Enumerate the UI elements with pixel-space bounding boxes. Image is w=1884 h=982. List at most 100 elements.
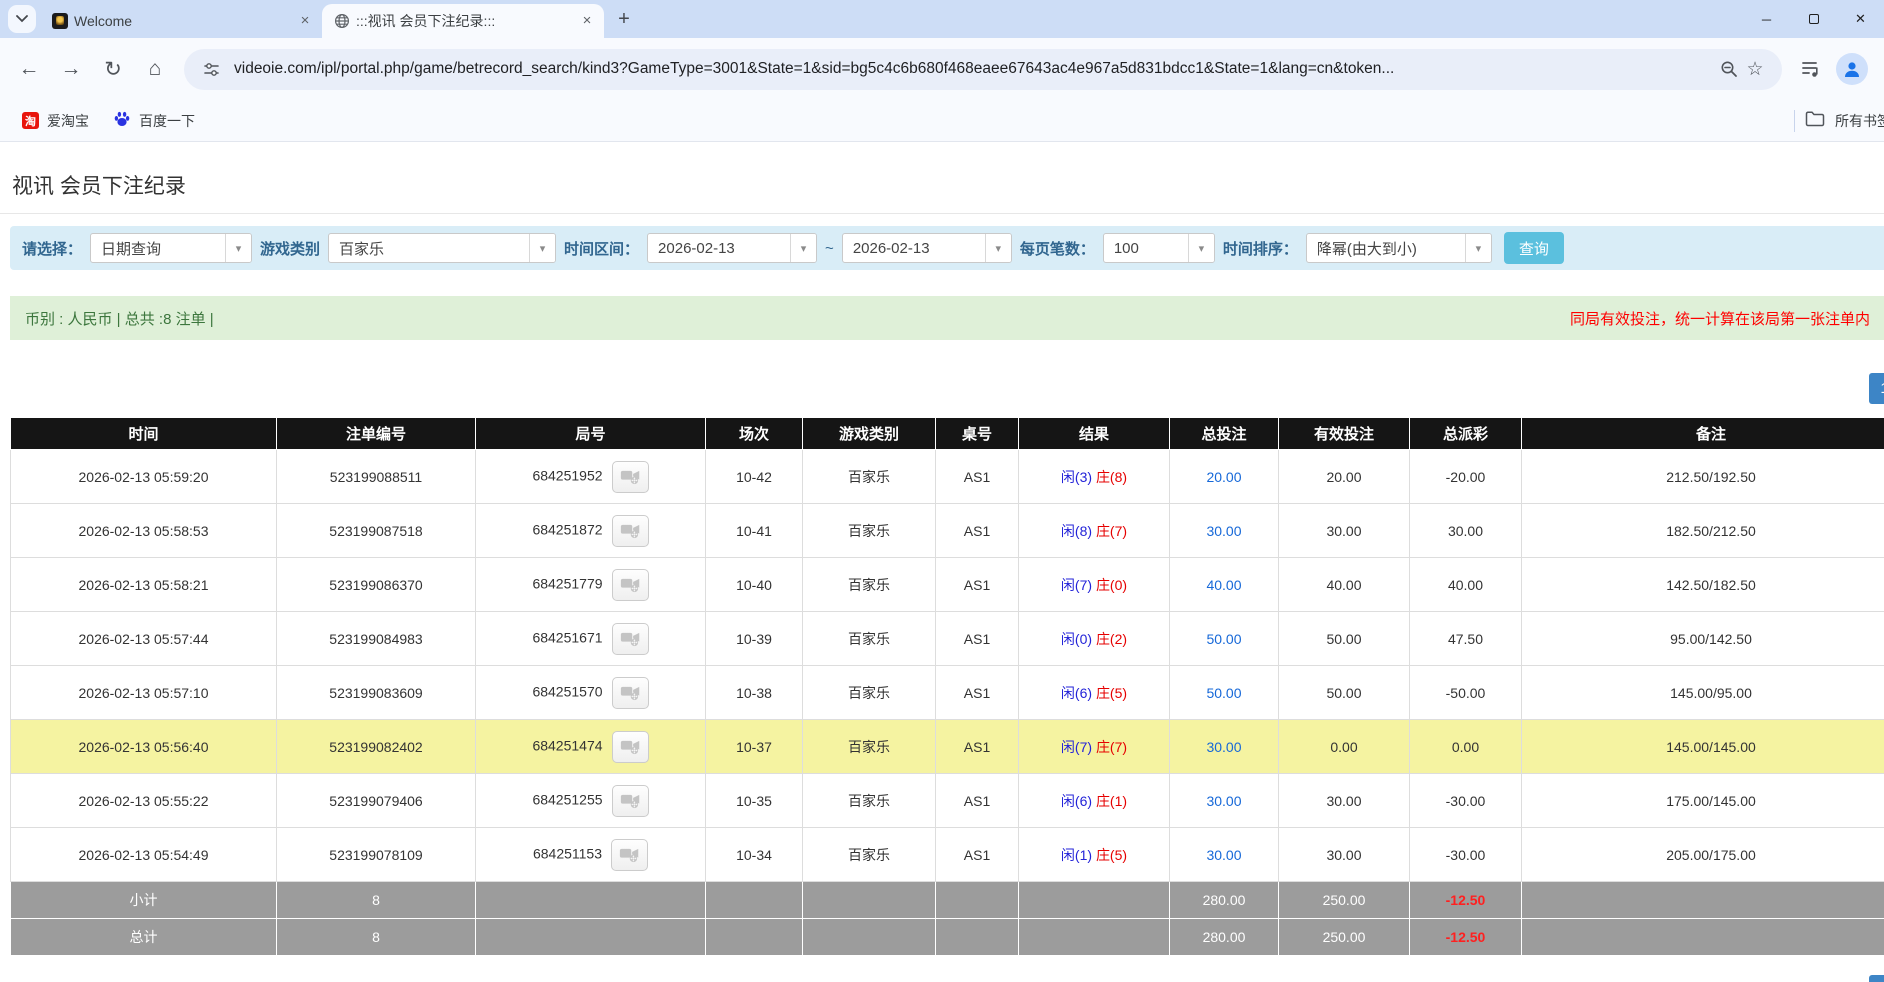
video-replay-button[interactable] bbox=[612, 515, 649, 547]
sort-select[interactable]: 降幂(由大到小) ▾ bbox=[1306, 233, 1492, 263]
chevron-down-icon: ▾ bbox=[529, 234, 555, 262]
cell-result: 闲(8) 庄(7) bbox=[1019, 504, 1170, 558]
cell-table-no: AS1 bbox=[936, 828, 1019, 882]
cell-total-bet: 30.00 bbox=[1170, 720, 1279, 774]
page-1-button[interactable]: 1 bbox=[1869, 975, 1884, 982]
game-type-select[interactable]: 百家乐 ▾ bbox=[328, 233, 556, 263]
summary-total-bet: 280.00 bbox=[1170, 882, 1279, 919]
bookmark-aitaobao[interactable]: 淘 爱淘宝 bbox=[22, 111, 89, 131]
cell-time: 2026-02-13 05:56:40 bbox=[11, 720, 277, 774]
cell-session: 10-37 bbox=[706, 720, 803, 774]
result-player: 闲(0) bbox=[1061, 631, 1092, 647]
sort-value: 降幂(由大到小) bbox=[1307, 238, 1465, 259]
table-row[interactable]: 2026-02-13 05:55:22523199079406684251255… bbox=[11, 774, 1884, 828]
video-replay-button[interactable] bbox=[612, 623, 649, 655]
round-id: 684251570 bbox=[532, 683, 602, 699]
cell-total-bet: 30.00 bbox=[1170, 504, 1279, 558]
date-to-select[interactable]: 2026-02-13 ▾ bbox=[842, 233, 1012, 263]
folder-icon bbox=[1805, 110, 1825, 132]
summary-empty bbox=[936, 882, 1019, 919]
tab-close-icon[interactable]: × bbox=[578, 12, 596, 30]
video-replay-button[interactable] bbox=[612, 677, 649, 709]
minimize-button[interactable]: ─ bbox=[1743, 0, 1790, 38]
tab-bet-record-active[interactable]: :::视讯 会员下注纪录::: × bbox=[322, 4, 604, 38]
bookmark-baidu[interactable]: 百度一下 bbox=[113, 110, 195, 131]
table-row[interactable]: 2026-02-13 05:57:10523199083609684251570… bbox=[11, 666, 1884, 720]
cell-round-id: 684251255 bbox=[476, 774, 706, 828]
total-bet-amount: 30.00 bbox=[1206, 739, 1241, 755]
video-camera-icon bbox=[620, 630, 641, 647]
date-from-select[interactable]: 2026-02-13 ▾ bbox=[647, 233, 817, 263]
cell-time: 2026-02-13 05:57:44 bbox=[11, 612, 277, 666]
reload-button[interactable]: ↻ bbox=[95, 51, 131, 87]
table-row[interactable]: 2026-02-13 05:54:49523199078109684251153… bbox=[11, 828, 1884, 882]
query-type-select[interactable]: 日期查询 ▾ bbox=[90, 233, 252, 263]
page-1-button[interactable]: 1 bbox=[1869, 373, 1884, 404]
result-player: 闲(1) bbox=[1061, 847, 1092, 863]
summary-empty bbox=[803, 919, 936, 956]
table-row[interactable]: 2026-02-13 05:58:53523199087518 684251872… bbox=[11, 504, 1884, 558]
video-replay-button[interactable] bbox=[612, 731, 649, 763]
address-bar[interactable]: videoie.com/ipl/portal.php/game/betrecor… bbox=[184, 49, 1782, 90]
bookmark-star-icon[interactable]: ☆ bbox=[1742, 56, 1768, 82]
total-bet-amount: 30.00 bbox=[1206, 523, 1241, 539]
summary-payout: -12.50 bbox=[1410, 882, 1522, 919]
cell-bet-id: 523199087518 bbox=[277, 504, 476, 558]
table-row[interactable]: 2026-02-13 05:59:20523199088511684251952… bbox=[11, 450, 1884, 504]
home-button[interactable]: ⌂ bbox=[137, 51, 173, 87]
round-id: 684251153 bbox=[533, 845, 602, 861]
cell-bet-id: 523199083609 bbox=[277, 666, 476, 720]
table-row[interactable]: 2026-02-13 05:56:40523199082402684251474… bbox=[11, 720, 1884, 774]
summary-empty bbox=[1522, 882, 1884, 919]
all-bookmarks[interactable]: 所有书签 bbox=[1794, 100, 1884, 142]
select-label: 请选择： bbox=[22, 238, 82, 259]
back-button[interactable]: ← bbox=[11, 51, 47, 87]
forward-button[interactable]: → bbox=[53, 51, 89, 87]
cell-time: 2026-02-13 05:58:21 bbox=[11, 558, 277, 612]
video-replay-button[interactable] bbox=[612, 785, 649, 817]
cell-note: 145.00/95.00 bbox=[1522, 666, 1884, 720]
cell-game-type: 百家乐 bbox=[803, 720, 936, 774]
page-size-select[interactable]: 100 ▾ bbox=[1103, 233, 1215, 263]
summary-empty bbox=[936, 919, 1019, 956]
cell-round-id: 684251671 bbox=[476, 612, 706, 666]
summary-valid-bet: 250.00 bbox=[1279, 882, 1410, 919]
maximize-button[interactable] bbox=[1790, 0, 1837, 38]
video-camera-icon bbox=[619, 846, 640, 863]
summary-empty bbox=[476, 882, 706, 919]
close-button[interactable]: ✕ bbox=[1837, 0, 1884, 38]
video-replay-button[interactable] bbox=[611, 839, 648, 871]
table-head: 时间注单编号局号场次游戏类别桌号结果总投注有效投注总派彩备注 bbox=[11, 418, 1884, 450]
media-controls-icon[interactable] bbox=[1793, 51, 1829, 87]
zoom-out-icon[interactable] bbox=[1716, 56, 1742, 82]
tab-search-button[interactable] bbox=[8, 5, 36, 33]
tab-label: Welcome bbox=[74, 13, 290, 29]
video-camera-icon bbox=[620, 738, 641, 755]
cell-payout: 47.50 bbox=[1410, 612, 1522, 666]
search-button[interactable]: 查询 bbox=[1504, 232, 1564, 264]
profile-avatar[interactable] bbox=[1836, 53, 1868, 85]
cell-time: 2026-02-13 05:58:53 bbox=[11, 504, 277, 558]
cell-result: 闲(6) 庄(1) bbox=[1019, 774, 1170, 828]
video-replay-button[interactable] bbox=[612, 569, 649, 601]
cell-round-id: 684251570 bbox=[476, 666, 706, 720]
cell-total-bet: 40.00 bbox=[1170, 558, 1279, 612]
video-replay-button[interactable] bbox=[612, 461, 649, 493]
column-header: 注单编号 bbox=[277, 418, 476, 450]
video-camera-icon bbox=[620, 684, 641, 701]
site-info-icon[interactable] bbox=[198, 56, 224, 82]
filter-bar: 请选择： 日期查询 ▾ 游戏类别 百家乐 ▾ 时间区间： 2026-02-13 … bbox=[10, 226, 1884, 270]
result-player: 闲(6) bbox=[1061, 793, 1092, 809]
table-row[interactable]: 2026-02-13 05:58:21523199086370684251779… bbox=[11, 558, 1884, 612]
cell-bet-id: 523199088511 bbox=[277, 450, 476, 504]
tab-welcome[interactable]: Welcome × bbox=[40, 4, 322, 38]
cell-session: 10-38 bbox=[706, 666, 803, 720]
cell-valid-bet: 30.00 bbox=[1279, 828, 1410, 882]
cell-payout: -30.00 bbox=[1410, 774, 1522, 828]
round-id: 684251872 bbox=[532, 521, 602, 537]
globe-favicon bbox=[334, 13, 350, 29]
tab-close-icon[interactable]: × bbox=[296, 12, 314, 30]
new-tab-button[interactable]: + bbox=[610, 5, 638, 33]
chevron-down-icon: ▾ bbox=[985, 234, 1011, 262]
table-row[interactable]: 2026-02-13 05:57:44523199084983684251671… bbox=[11, 612, 1884, 666]
